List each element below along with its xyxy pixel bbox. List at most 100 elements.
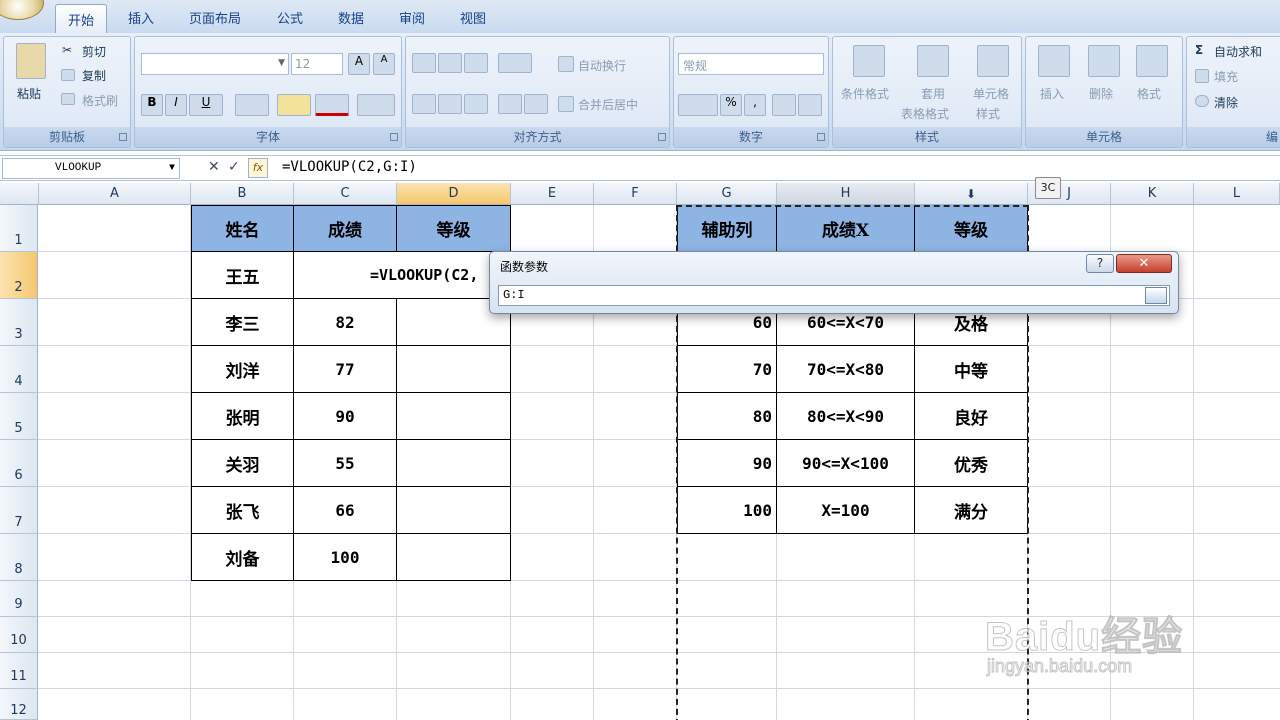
table-cell[interactable]: 李三 [191,299,294,346]
dialog-launcher-icon[interactable] [390,133,398,141]
table-format-icon[interactable] [917,45,949,77]
column-header[interactable]: H [777,183,915,205]
tab-view[interactable]: 视图 [460,8,486,27]
paste-icon[interactable] [16,43,46,79]
office-button[interactable] [0,0,44,20]
cut-button[interactable]: 剪切 [82,43,106,60]
tab-data[interactable]: 数据 [338,8,364,27]
row-header[interactable]: 3 [0,299,38,346]
formula-input[interactable]: =VLOOKUP(C2,G:I) [282,159,417,175]
column-header[interactable]: F [594,183,677,205]
dialog-launcher-icon[interactable] [119,133,127,141]
grow-font-icon[interactable]: A [348,53,370,75]
delete-cells-icon[interactable] [1088,45,1120,77]
autosum-button[interactable]: 自动求和 [1214,43,1262,60]
table-header-cell[interactable]: 等级 [397,205,511,252]
cell-styles-button[interactable]: 单元格 [973,85,1009,102]
table-format-button[interactable]: 套用 [921,85,945,102]
tab-formulas[interactable]: 公式 [277,8,303,27]
font-color-icon[interactable] [315,94,349,116]
table-cell[interactable]: 张飞 [191,487,294,534]
row-header[interactable]: 7 [0,487,38,534]
cancel-icon[interactable]: ✕ [208,159,220,175]
format-painter-button[interactable]: 格式刷 [82,92,118,109]
table-cell[interactable]: 82 [294,299,397,346]
percent-button[interactable]: % [720,94,742,116]
font-size-select[interactable]: 12 [291,53,343,75]
align-left-icon[interactable] [412,94,436,114]
underline-button[interactable]: U [189,94,223,116]
tab-insert[interactable]: 插入 [128,8,154,27]
row-header[interactable]: 6 [0,440,38,487]
comma-button[interactable]: , [744,94,766,116]
table-cell[interactable]: 张明 [191,393,294,440]
chevron-down-icon[interactable]: ▼ [169,163,175,174]
dialog-launcher-icon[interactable] [658,133,666,141]
dialog-launcher-icon[interactable] [817,133,825,141]
number-format-select[interactable]: 常规 [678,53,824,75]
orientation-icon[interactable] [498,53,532,73]
row-header[interactable]: 4 [0,346,38,393]
column-header[interactable]: L [1194,183,1280,205]
table-cell[interactable]: 刘备 [191,534,294,581]
table-cell[interactable]: 刘洋 [191,346,294,393]
enter-icon[interactable]: ✓ [228,159,240,175]
merge-center-button[interactable]: 合并后居中 [578,96,638,113]
insert-cells-button[interactable]: 插入 [1040,85,1064,102]
table-cell[interactable]: 55 [294,440,397,487]
close-button[interactable]: ✕ [1116,254,1172,273]
italic-button[interactable]: I [165,94,187,116]
column-header[interactable]: B [191,183,294,205]
tab-home[interactable]: 开始 [55,4,108,34]
table-cell[interactable] [397,393,511,440]
phonetic-icon[interactable] [357,94,395,116]
tab-review[interactable]: 审阅 [399,8,425,27]
bold-button[interactable]: B [141,94,163,116]
align-top-icon[interactable] [412,53,436,73]
column-header[interactable]: D [397,183,511,205]
row-header[interactable]: 9 [0,581,38,617]
row-header[interactable]: 11 [0,653,38,689]
table-cell[interactable]: 66 [294,487,397,534]
range-input[interactable]: G:I [498,285,1170,306]
row-header[interactable]: 8 [0,534,38,581]
font-name-select[interactable]: ▼ [141,53,289,75]
currency-icon[interactable] [678,94,718,116]
name-box[interactable]: VLOOKUP ▼ [2,158,180,179]
column-header[interactable]: E [511,183,594,205]
align-center-icon[interactable] [438,94,462,114]
delete-cells-button[interactable]: 删除 [1089,85,1113,102]
table-cell[interactable]: 77 [294,346,397,393]
row-header[interactable]: 5 [0,393,38,440]
active-cell-editor[interactable]: =VLOOKUP(C2, [294,252,511,299]
table-cell[interactable]: 王五 [191,252,294,299]
paste-button[interactable]: 粘贴 [17,85,41,102]
tab-page-layout[interactable]: 页面布局 [189,8,241,27]
table-cell[interactable]: 关羽 [191,440,294,487]
wrap-text-button[interactable]: 自动换行 [578,57,626,74]
table-cell[interactable]: 90 [294,393,397,440]
column-header[interactable]: K [1111,183,1194,205]
borders-icon[interactable] [235,94,269,116]
table-cell[interactable] [397,346,511,393]
table-cell[interactable] [397,440,511,487]
column-header-i[interactable]: ⬇ [915,183,1028,205]
row-header[interactable]: 10 [0,617,38,653]
select-all-corner[interactable] [0,183,39,205]
table-cell[interactable]: 100 [294,534,397,581]
format-cells-button[interactable]: 格式 [1137,85,1161,102]
clear-button[interactable]: 清除 [1214,94,1238,111]
column-header[interactable]: A [39,183,191,205]
copy-button[interactable]: 复制 [82,67,106,84]
column-header[interactable]: G [677,183,777,205]
align-bottom-icon[interactable] [464,53,488,73]
conditional-format-icon[interactable] [853,45,885,77]
row-header[interactable]: 1 [0,205,38,252]
increase-indent-icon[interactable] [524,94,548,114]
fill-color-icon[interactable] [277,94,311,116]
format-cells-icon[interactable] [1136,45,1168,77]
decrease-indent-icon[interactable] [498,94,522,114]
row-header[interactable]: 12 [0,689,38,720]
align-right-icon[interactable] [464,94,488,114]
cell-styles-icon[interactable] [977,45,1009,77]
